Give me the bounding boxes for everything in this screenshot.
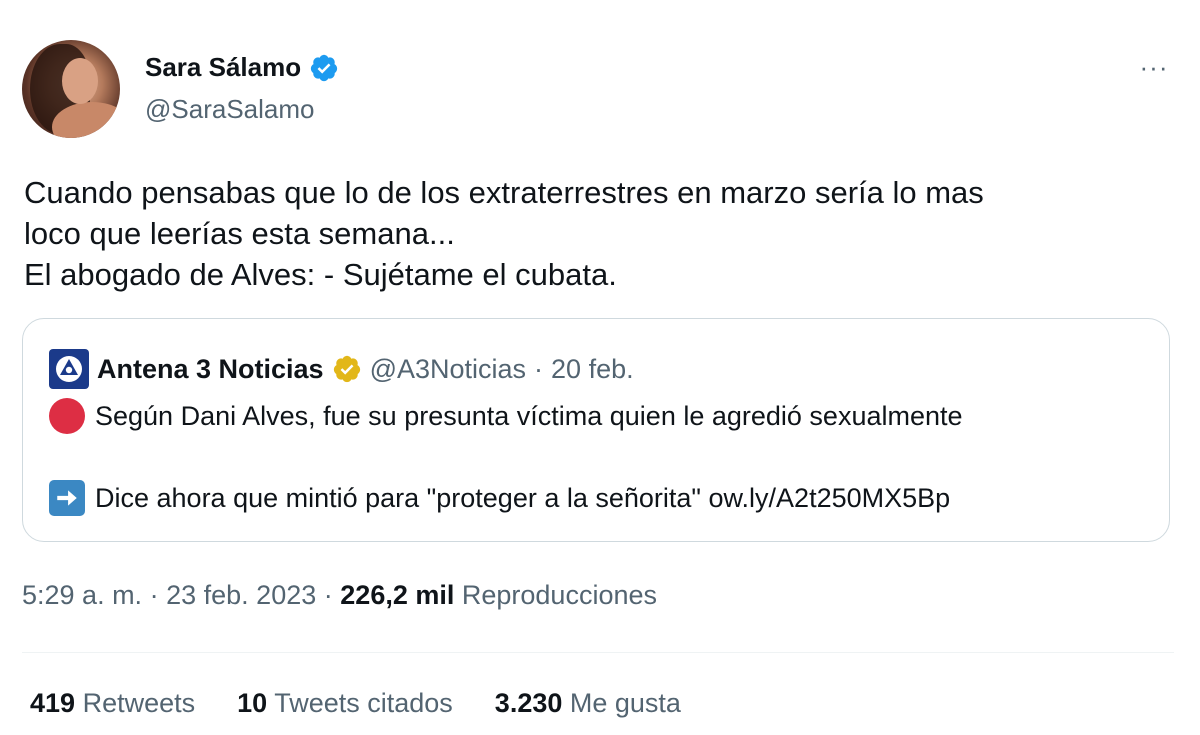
quoted-author-name[interactable]: Antena 3 Noticias (97, 354, 324, 385)
quote-tweets-count: 10 (237, 688, 268, 718)
antena3-logo-icon (49, 349, 89, 389)
quote-tweets-stat[interactable]: 10 Tweets citados (237, 688, 453, 719)
more-options-button[interactable]: ··· (1134, 52, 1174, 82)
tweet-text-line: El abogado de Alves: - Sujétame el cubat… (24, 257, 617, 292)
meta-separator: · (149, 580, 159, 610)
quoted-text: Según Dani Alves, fue su presunta víctim… (95, 400, 963, 431)
meta-separator: · (323, 580, 333, 610)
tweet-stats: 419 Retweets 10 Tweets citados 3.230 Me … (30, 688, 681, 719)
tweet-time[interactable]: 5:29 a. m. (22, 580, 142, 610)
tweet: Sara Sálamo @SaraSalamo ··· Cuando pensa… (0, 0, 1200, 735)
retweets-count: 419 (30, 688, 76, 718)
retweets-label: Retweets (82, 688, 196, 718)
divider (22, 652, 1174, 653)
likes-count: 3.230 (494, 688, 563, 718)
tweet-text: Cuando pensabas que lo de los extraterre… (24, 172, 1164, 295)
likes-label: Me gusta (569, 688, 681, 718)
retweets-stat[interactable]: 419 Retweets (30, 688, 195, 719)
author-name-row[interactable]: Sara Sálamo (145, 52, 339, 83)
verified-badge-icon (310, 54, 338, 81)
avatar[interactable] (22, 40, 120, 138)
avatar-face (62, 58, 98, 104)
tweet-text-line: Cuando pensabas que lo de los extraterre… (24, 175, 984, 210)
quoted-date[interactable]: 20 feb. (551, 354, 634, 385)
right-arrow-icon (49, 480, 85, 516)
tweet-date[interactable]: 23 feb. 2023 (166, 580, 316, 610)
tweet-meta: 5:29 a. m. · 23 feb. 2023 · 226,2 mil Re… (22, 580, 657, 611)
tweet-text-line: loco que leerías esta semana... (24, 216, 455, 251)
quoted-text: Dice ahora que mintió para "proteger a l… (95, 482, 951, 513)
quoted-author-handle[interactable]: @A3Noticias (370, 354, 526, 385)
author-handle[interactable]: @SaraSalamo (145, 94, 314, 125)
views-count: 226,2 mil (340, 580, 455, 610)
quoted-separator: · (534, 353, 544, 384)
gold-verified-badge-icon (333, 355, 360, 383)
quoted-text-line-2: Dice ahora que mintió para "proteger a l… (49, 480, 950, 516)
likes-stat[interactable]: 3.230 Me gusta (495, 688, 681, 719)
quoted-text-line-1: Según Dani Alves, fue su presunta víctim… (49, 398, 963, 434)
red-circle-icon (49, 398, 85, 434)
quoted-tweet-header: Antena 3 Noticias @A3Noticias · 20 feb. (49, 349, 634, 389)
views-label: Reproducciones (461, 580, 657, 610)
quote-tweets-label: Tweets citados (274, 688, 453, 718)
quoted-tweet[interactable]: Antena 3 Noticias @A3Noticias · 20 feb. … (22, 318, 1170, 542)
author-name[interactable]: Sara Sálamo (145, 52, 301, 83)
